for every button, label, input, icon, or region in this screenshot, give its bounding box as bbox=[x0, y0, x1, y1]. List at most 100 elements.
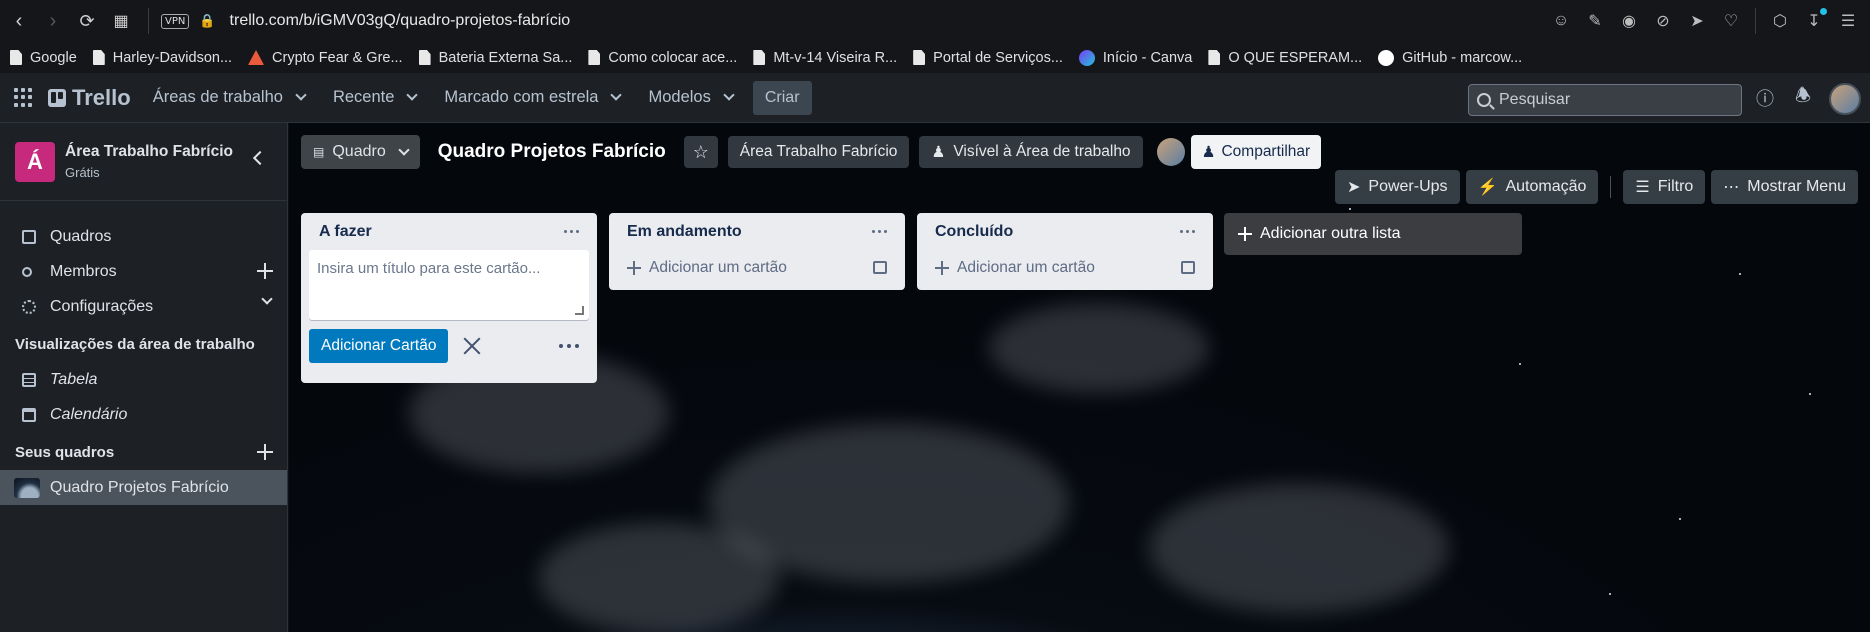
card-title-input[interactable]: Insira um título para este cartão... bbox=[309, 250, 589, 320]
automation-label: Automação bbox=[1505, 178, 1587, 195]
close-icon[interactable] bbox=[462, 336, 482, 356]
bookmark-harley[interactable]: Harley-Davidson... bbox=[92, 50, 232, 66]
tabs-grid-icon[interactable]: ▦ bbox=[106, 6, 136, 36]
edit-icon[interactable]: ✎ bbox=[1585, 11, 1605, 31]
earth-cloud bbox=[539, 523, 779, 632]
chevron-down-icon bbox=[295, 89, 307, 101]
bookmark-portal[interactable]: Portal de Serviços... bbox=[913, 50, 1063, 66]
powerups-button[interactable]: ➤ Power-Ups bbox=[1334, 170, 1460, 204]
list-header[interactable]: A fazer bbox=[309, 213, 589, 250]
send-icon[interactable]: ➤ bbox=[1687, 11, 1707, 31]
add-board-icon[interactable] bbox=[257, 444, 273, 460]
trello-logo[interactable]: Trello bbox=[48, 85, 131, 111]
menu-starred[interactable]: Marcado com estrela bbox=[444, 88, 623, 107]
browser-toolbar: ‹ › ⟳ ▦ VPN 🔒 trello.com/b/iGMV03gQ/quad… bbox=[0, 0, 1870, 42]
reload-icon[interactable]: ⟳ bbox=[72, 6, 102, 36]
sidebar-item-calendar[interactable]: Calendário bbox=[0, 397, 287, 432]
earth-cloud bbox=[989, 303, 1209, 393]
list-menu-icon[interactable] bbox=[1180, 230, 1195, 233]
sidebar-item-table[interactable]: Tabela bbox=[0, 362, 287, 397]
share-button[interactable]: ♟ Compartilhar bbox=[1190, 135, 1322, 169]
add-card-submit-button[interactable]: Adicionar Cartão bbox=[309, 329, 449, 363]
page-icon bbox=[10, 50, 22, 65]
sidebar-item-members[interactable]: Membros bbox=[0, 254, 287, 289]
automation-button[interactable]: ⚡ Automação bbox=[1465, 170, 1599, 204]
list-title[interactable]: Concluído bbox=[935, 223, 1013, 241]
list-title[interactable]: Em andamento bbox=[627, 223, 742, 241]
earth-cloud bbox=[1149, 483, 1449, 613]
card-template-icon[interactable] bbox=[1181, 261, 1195, 274]
menu-workspaces[interactable]: Áreas de trabalho bbox=[153, 88, 307, 107]
workspace-name[interactable]: Área Trabalho Fabrício bbox=[65, 143, 233, 161]
block-icon[interactable]: ⊘ bbox=[1653, 11, 1673, 31]
menu-lines-icon[interactable]: ☰ bbox=[1838, 11, 1858, 31]
composer-actions: Adicionar Cartão bbox=[309, 320, 589, 372]
star-board-icon[interactable]: ☆ bbox=[683, 136, 718, 168]
bookmark-crypto[interactable]: Crypto Fear & Gre... bbox=[248, 50, 403, 66]
menu-templates[interactable]: Modelos bbox=[648, 88, 735, 107]
heart-icon[interactable]: ♡ bbox=[1721, 11, 1741, 31]
add-card-button[interactable]: Adicionar um cartão bbox=[925, 250, 1205, 286]
emoji-icon[interactable]: ☺ bbox=[1551, 11, 1571, 31]
add-member-icon[interactable] bbox=[257, 263, 273, 279]
bookmark-google[interactable]: Google bbox=[10, 50, 77, 66]
sidebar-board-item[interactable]: Quadro Projetos Fabrício bbox=[0, 470, 287, 505]
bookmark-github[interactable]: GitHub - marcow... bbox=[1378, 49, 1522, 66]
bell-icon[interactable]: 🕭 bbox=[1793, 85, 1813, 108]
your-boards-label: Seus quadros bbox=[15, 444, 115, 461]
bookmark-viseira[interactable]: Mt-v-14 Viseira R... bbox=[753, 50, 897, 66]
create-button[interactable]: Criar bbox=[752, 80, 812, 115]
sidebar-item-label: Membros bbox=[50, 262, 117, 280]
list-menu-icon[interactable] bbox=[564, 230, 579, 233]
your-boards-heading: Seus quadros bbox=[0, 435, 287, 470]
sidebar-item-boards[interactable]: Quadros bbox=[0, 219, 287, 254]
board-title[interactable]: Quadro Projetos Fabrício bbox=[438, 141, 666, 163]
plus-icon bbox=[1238, 227, 1252, 241]
show-menu-button[interactable]: ⋯ Mostrar Menu bbox=[1711, 170, 1858, 204]
board-view-icon: ▤ bbox=[313, 145, 325, 159]
plus-icon bbox=[935, 261, 949, 275]
filter-button[interactable]: ☰ Filtro bbox=[1623, 170, 1706, 204]
back-icon[interactable]: ‹ bbox=[4, 6, 34, 36]
page-icon bbox=[588, 50, 601, 65]
sidebar-item-settings[interactable]: Configurações bbox=[0, 289, 287, 324]
chevron-down-icon[interactable] bbox=[261, 293, 273, 305]
forward-icon[interactable]: › bbox=[38, 6, 68, 36]
vpn-badge[interactable]: VPN bbox=[161, 13, 190, 29]
menu-label: Recente bbox=[332, 88, 395, 106]
bookmark-como-colocar[interactable]: Como colocar ace... bbox=[588, 50, 737, 66]
camera-icon[interactable]: ◉ bbox=[1619, 11, 1639, 31]
view-switcher[interactable]: ▤ Quadro bbox=[301, 135, 420, 169]
bookmark-o-que-esperam[interactable]: O QUE ESPERAM... bbox=[1208, 50, 1362, 66]
sidebar-item-label: Tabela bbox=[50, 370, 98, 388]
add-list-button[interactable]: Adicionar outra lista bbox=[1224, 213, 1522, 255]
add-card-button[interactable]: Adicionar um cartão bbox=[617, 250, 897, 286]
workspace-badge[interactable]: Á bbox=[15, 141, 55, 182]
browser-actions: ☺ ✎ ◉ ⊘ ➤ ♡ ⬡ ↧ ☰ bbox=[1551, 0, 1858, 42]
visibility-button[interactable]: ♟ Visível à Área de trabalho bbox=[919, 136, 1143, 168]
app-switcher-icon[interactable] bbox=[14, 87, 34, 108]
address-bar[interactable]: trello.com/b/iGMV03gQ/quadro-projetos-fa… bbox=[230, 12, 571, 30]
workspace-button[interactable]: Área Trabalho Fabrício bbox=[727, 136, 910, 168]
menu-recent[interactable]: Recente bbox=[332, 88, 419, 107]
list-in-progress: Em andamento Adicionar um cartão bbox=[609, 213, 905, 290]
list-header[interactable]: Concluído bbox=[925, 213, 1205, 250]
list-header[interactable]: Em andamento bbox=[617, 213, 897, 250]
list-menu-icon[interactable] bbox=[872, 230, 887, 233]
list-title[interactable]: A fazer bbox=[319, 223, 372, 241]
member-avatar[interactable] bbox=[1156, 138, 1185, 166]
collapse-sidebar-icon[interactable] bbox=[252, 150, 268, 166]
board-icon bbox=[22, 229, 36, 244]
download-icon[interactable]: ↧ bbox=[1804, 8, 1827, 31]
sidebar-item-label: Calendário bbox=[50, 405, 128, 423]
cube-icon[interactable]: ⬡ bbox=[1770, 11, 1790, 31]
lock-icon[interactable]: 🔒 bbox=[199, 13, 215, 29]
search-input[interactable]: Pesquisar bbox=[1468, 84, 1742, 116]
bookmark-bateria[interactable]: Bateria Externa Sa... bbox=[418, 50, 572, 66]
card-template-icon[interactable] bbox=[873, 261, 887, 274]
info-icon[interactable]: ⓘ bbox=[1755, 88, 1775, 109]
bookmark-canva[interactable]: Início - Canva bbox=[1078, 49, 1192, 66]
bookmark-label: Mt-v-14 Viseira R... bbox=[773, 49, 898, 66]
avatar[interactable] bbox=[1829, 83, 1861, 115]
composer-more-icon[interactable] bbox=[559, 344, 579, 348]
